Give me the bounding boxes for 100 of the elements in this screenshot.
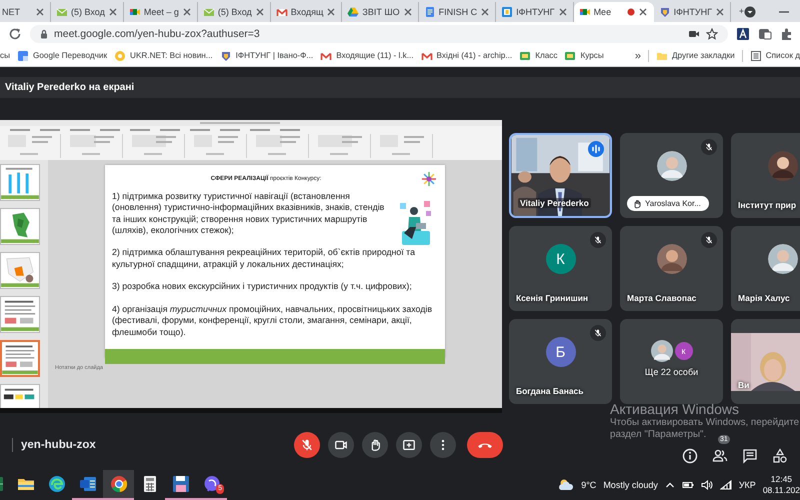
chat-bubble-icon — [202, 475, 220, 493]
participant-name: Марія Халус — [738, 293, 790, 303]
bookmark[interactable]: Список д — [750, 50, 800, 62]
swirl-icon — [48, 475, 66, 493]
present-icon — [402, 438, 416, 452]
video-camera-icon — [578, 6, 591, 18]
slide-thumbnail[interactable] — [0, 252, 40, 289]
leave-call-button[interactable] — [467, 432, 503, 458]
slide-thumbnail[interactable] — [0, 340, 40, 377]
present-button[interactable] — [396, 432, 422, 458]
emblem-icon — [420, 169, 438, 189]
triangle-icon — [347, 6, 360, 18]
chat-icon — [742, 448, 758, 464]
meeting-code: yen-hubu-zox — [21, 439, 96, 451]
close-icon[interactable] — [558, 7, 568, 17]
puzzle-icon[interactable] — [780, 26, 794, 40]
envelope-icon — [56, 6, 68, 18]
square-icon — [519, 50, 532, 62]
video-camera-icon — [128, 6, 141, 18]
close-icon[interactable] — [182, 7, 192, 17]
extension-icon[interactable] — [736, 26, 750, 40]
video-camera-icon — [334, 438, 348, 452]
reload-icon[interactable] — [8, 26, 22, 40]
close-icon[interactable] — [326, 7, 336, 17]
circle-icon — [114, 50, 126, 62]
avatar — [650, 340, 672, 362]
bookmark[interactable]: Вхідні (41) - archip... — [420, 50, 512, 62]
avatar — [656, 151, 686, 181]
camera-button[interactable] — [328, 432, 354, 458]
bookmark[interactable]: Входящие (11) - l.k... — [320, 50, 414, 62]
cloud-sun-icon — [558, 478, 574, 492]
more-bookmarks-button[interactable]: » — [634, 50, 641, 62]
close-icon[interactable] — [254, 7, 265, 17]
browser-icon — [110, 475, 128, 493]
slide-thumbnail[interactable] — [0, 164, 40, 201]
participant-name: Ви — [738, 380, 750, 390]
avatar: Б — [546, 337, 576, 367]
bookmark[interactable]: Другие закладки — [656, 50, 735, 62]
microphone-off-icon — [300, 438, 314, 452]
clock-time[interactable]: 12:45 — [770, 474, 792, 485]
envelope-icon — [202, 6, 215, 18]
bookmark[interactable]: Курсы — [564, 50, 604, 62]
close-icon[interactable] — [35, 7, 45, 17]
address-field[interactable]: meet.google.com/yen-hubu-zox?authuser=3 — [30, 24, 728, 42]
participant-name: Ксенія Гринишин — [516, 293, 588, 303]
close-icon[interactable] — [402, 7, 413, 17]
activation-notice-title: Активация Windows — [610, 401, 740, 417]
dropdown-icon[interactable] — [744, 6, 756, 18]
bookmark[interactable]: ІФНТУНГ | Івано-Ф... — [220, 50, 314, 62]
weather-condition: Mostly cloudy — [603, 480, 658, 490]
bookmark[interactable]: сы — [0, 51, 10, 60]
avatar: к — [674, 342, 692, 360]
phone-icon — [478, 442, 492, 448]
square-icon — [501, 6, 514, 18]
clock-date[interactable]: 08.11.202 — [762, 485, 800, 496]
slide-paragraph: 2) підтримка облаштування рекреаційних територій, об`єктів природної та культурної спадщини, атракцій у локальних дестинаціях; — [112, 247, 416, 270]
battery-icon[interactable] — [682, 480, 694, 490]
slide-paragraph: 4) організація туристичних промоційних, навчальних, просвітницьких заходів (фестивалі, форуми, конференції, круглі столи, змагання, семінари, акції, флешмоби тощо). — [112, 304, 433, 338]
raise-hand-button[interactable] — [362, 432, 388, 458]
participant-name: Yaroslava Kor... — [645, 199, 701, 208]
weather-temperature: 9°C — [581, 480, 596, 490]
crest-icon — [220, 50, 232, 62]
list-icon — [750, 50, 762, 62]
chevron-up-icon[interactable] — [664, 480, 675, 490]
activation-notice-text: раздел "Параметры". — [610, 429, 706, 441]
slide-thumbnail[interactable] — [0, 296, 40, 333]
envelope-icon — [276, 6, 288, 18]
bookmark[interactable]: UKR.NET: Всі новин... — [114, 50, 213, 62]
microphone-button[interactable] — [294, 432, 320, 458]
people-icon — [712, 448, 728, 464]
presenter-banner: Vitaliy Perederko на екрані — [0, 77, 800, 98]
shapes-icon — [772, 448, 788, 464]
close-icon[interactable] — [480, 7, 490, 17]
slide-thumbnail[interactable] — [0, 208, 40, 245]
extension-icon[interactable] — [758, 26, 772, 40]
close-icon[interactable] — [638, 7, 648, 17]
activation-notice-text: Чтобы активировать Windows, перейдите — [610, 417, 800, 429]
bookmark[interactable]: Класс — [519, 50, 558, 62]
participant-name: Інститут прир — [738, 200, 796, 210]
crest-icon — [658, 6, 671, 18]
video-camera-icon[interactable] — [688, 28, 700, 38]
participant-name: Богдана Банась — [516, 386, 584, 396]
avatar — [768, 151, 798, 181]
more-options-button[interactable] — [430, 432, 456, 458]
avatar — [656, 244, 686, 274]
slide-paragraph: 1) підтримка розвитку туристичної навігації (встановлення (оновлення) туристично-інформаційних вказівників, знаків, стендів та інших конструкцій; створення нових туристичних маршрутів (шляхів), екологічних стежок); — [112, 191, 386, 236]
document-icon — [424, 6, 436, 18]
participant-name: Ще 22 особи — [644, 367, 698, 377]
bookmark[interactable]: Google Переводчик — [16, 50, 108, 62]
star-icon[interactable] — [706, 28, 718, 40]
close-icon[interactable] — [108, 7, 118, 17]
close-icon[interactable] — [715, 7, 725, 17]
input-language[interactable]: УКР — [738, 480, 756, 490]
lock-icon — [40, 28, 48, 38]
square-icon — [564, 50, 576, 62]
taskbar-app[interactable] — [103, 470, 134, 500]
participant-name: Марта Славопас — [627, 293, 696, 303]
volume-icon[interactable] — [700, 480, 713, 490]
wifi-icon[interactable] — [720, 480, 732, 490]
browser-tab[interactable]: Mee — [574, 2, 654, 22]
